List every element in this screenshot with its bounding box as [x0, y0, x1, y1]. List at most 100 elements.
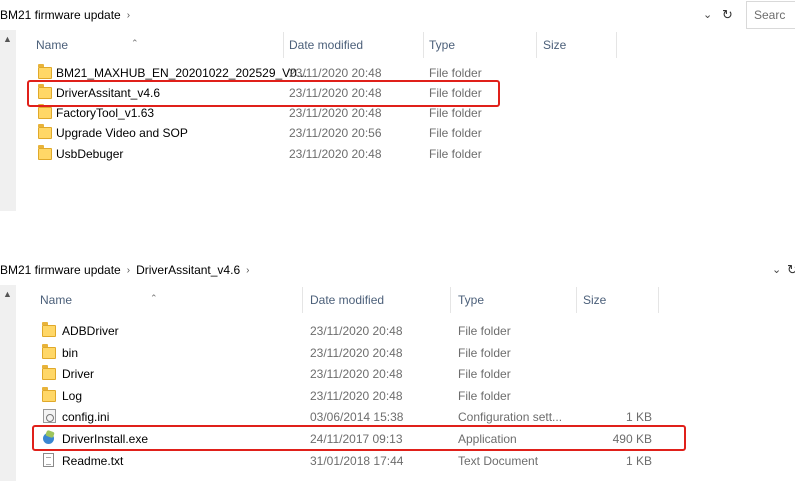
file-type: File folder [458, 367, 511, 381]
file-date: 23/11/2020 20:48 [289, 147, 382, 161]
file-size: 490 KB [612, 432, 652, 446]
folder-icon [38, 104, 52, 119]
breadcrumb: BM21 firmware update › [0, 0, 136, 30]
file-name: bin [62, 346, 79, 360]
search-input[interactable]: Searc [746, 1, 795, 29]
file-date: 23/11/2020 20:48 [310, 324, 403, 338]
folder-icon [42, 344, 56, 359]
file-type: Configuration sett... [458, 410, 563, 424]
column-date-header[interactable]: Date modified [289, 38, 363, 52]
column-type-header[interactable]: Type [458, 293, 484, 307]
file-date: 31/01/2018 17:44 [310, 454, 404, 468]
file-date: 23/11/2020 20:48 [310, 367, 403, 381]
file-row[interactable]: BM21_MAXHUB_EN_20201022_202529_V0... 23/… [0, 63, 700, 83]
file-type: File folder [458, 346, 511, 360]
column-date-header[interactable]: Date modified [310, 293, 384, 307]
file-name: Log [62, 389, 83, 403]
column-size-header[interactable]: Size [583, 293, 606, 307]
address-dropdown-icon[interactable]: ⌄ [772, 263, 781, 276]
column-divider[interactable] [450, 287, 451, 313]
file-row[interactable]: FactoryTool_v1.63 23/11/2020 20:48 File … [0, 103, 700, 123]
file-name: FactoryTool_v1.63 [56, 106, 155, 120]
window-gap [0, 215, 795, 255]
address-dropdown-icon[interactable]: ⌄ [703, 8, 712, 21]
file-name: DriverAssitant_v4.6 [56, 86, 161, 100]
file-type: Text Document [458, 454, 539, 468]
folder-icon [42, 387, 56, 402]
file-type: File folder [429, 147, 482, 161]
file-date: 03/06/2014 15:38 [310, 410, 404, 424]
config-file-icon [42, 409, 56, 423]
column-header-row: Name ⌃ Date modified Type Size [0, 30, 795, 60]
file-row[interactable]: Log 23/11/2020 20:48 File folder [0, 386, 700, 406]
file-date: 23/11/2020 20:56 [289, 126, 382, 140]
column-divider[interactable] [576, 287, 577, 313]
file-row[interactable]: Readme.txt 31/01/2018 17:44 Text Documen… [0, 451, 700, 471]
file-date: 23/11/2020 20:48 [289, 66, 382, 80]
breadcrumb: BM21 firmware update › DriverAssitant_v4… [0, 255, 255, 285]
folder-icon [38, 145, 52, 160]
column-name-header[interactable]: Name [36, 38, 68, 52]
file-name: Readme.txt [62, 454, 124, 468]
file-name: UsbDebuger [56, 147, 124, 161]
sort-ascending-icon: ⌃ [131, 38, 139, 48]
file-name: BM21_MAXHUB_EN_20201022_202529_V0... [56, 66, 307, 80]
file-type: Application [458, 432, 517, 446]
file-row[interactable]: Driver 23/11/2020 20:48 File folder [0, 364, 700, 384]
file-size: 1 KB [625, 454, 652, 468]
file-type: File folder [429, 66, 482, 80]
file-size: 1 KB [625, 410, 652, 424]
column-type-header[interactable]: Type [429, 38, 455, 52]
file-row[interactable]: DriverAssitant_v4.6 23/11/2020 20:48 Fil… [0, 83, 700, 103]
file-name: DriverInstall.exe [62, 432, 149, 446]
bottom-explorer-window: BM21 firmware update › DriverAssitant_v4… [0, 255, 795, 500]
folder-icon [38, 64, 52, 79]
column-divider[interactable] [658, 287, 659, 313]
column-divider[interactable] [616, 32, 617, 58]
breadcrumb-chevron-icon[interactable]: › [127, 10, 130, 21]
refresh-icon[interactable]: ↻ [722, 7, 733, 23]
column-name-header[interactable]: Name [40, 293, 72, 307]
file-date: 24/11/2017 09:13 [310, 432, 403, 446]
column-divider[interactable] [302, 287, 303, 313]
refresh-icon[interactable]: ↻ [787, 262, 795, 278]
column-divider[interactable] [283, 32, 284, 58]
file-name: ADBDriver [62, 324, 119, 338]
file-row[interactable]: config.ini 03/06/2014 15:38 Configuratio… [0, 407, 700, 427]
file-date: 23/11/2020 20:48 [289, 86, 382, 100]
address-bar[interactable]: BM21 firmware update › DriverAssitant_v4… [0, 255, 795, 285]
breadcrumb-item-driverassitant[interactable]: DriverAssitant_v4.6 [136, 263, 240, 277]
file-name: config.ini [62, 410, 110, 424]
folder-icon [38, 124, 52, 139]
file-row[interactable]: UsbDebuger 23/11/2020 20:48 File folder [0, 144, 700, 164]
column-header-row: Name ⌃ Date modified Type Size [0, 285, 795, 315]
folder-icon [42, 322, 56, 337]
text-document-icon [42, 453, 56, 467]
address-bar[interactable]: BM21 firmware update › ⌄ ↻ Searc [0, 0, 795, 30]
file-type: File folder [429, 126, 482, 140]
column-divider[interactable] [423, 32, 424, 58]
file-type: File folder [458, 389, 511, 403]
file-row[interactable]: DriverInstall.exe 24/11/2017 09:13 Appli… [0, 429, 700, 449]
breadcrumb-chevron-icon[interactable]: › [127, 265, 130, 276]
file-type: File folder [429, 106, 482, 120]
file-name: Driver [62, 367, 94, 381]
file-name: Upgrade Video and SOP [56, 126, 188, 140]
sort-ascending-icon: ⌃ [150, 293, 158, 303]
file-row[interactable]: ADBDriver 23/11/2020 20:48 File folder [0, 321, 700, 341]
file-date: 23/11/2020 20:48 [310, 346, 403, 360]
file-row[interactable]: Upgrade Video and SOP 23/11/2020 20:56 F… [0, 123, 700, 143]
breadcrumb-chevron-icon[interactable]: › [246, 265, 249, 276]
file-row[interactable]: bin 23/11/2020 20:48 File folder [0, 343, 700, 363]
file-type: File folder [458, 324, 511, 338]
column-divider[interactable] [536, 32, 537, 58]
column-size-header[interactable]: Size [543, 38, 566, 52]
folder-icon [38, 84, 52, 99]
application-icon [42, 431, 56, 445]
breadcrumb-item-firmware[interactable]: BM21 firmware update [0, 263, 121, 277]
top-explorer-window: BM21 firmware update › ⌄ ↻ Searc ▲ Name … [0, 0, 795, 215]
file-type: File folder [429, 86, 482, 100]
breadcrumb-item-firmware[interactable]: BM21 firmware update [0, 8, 121, 22]
folder-icon [42, 365, 56, 380]
file-date: 23/11/2020 20:48 [310, 389, 403, 403]
